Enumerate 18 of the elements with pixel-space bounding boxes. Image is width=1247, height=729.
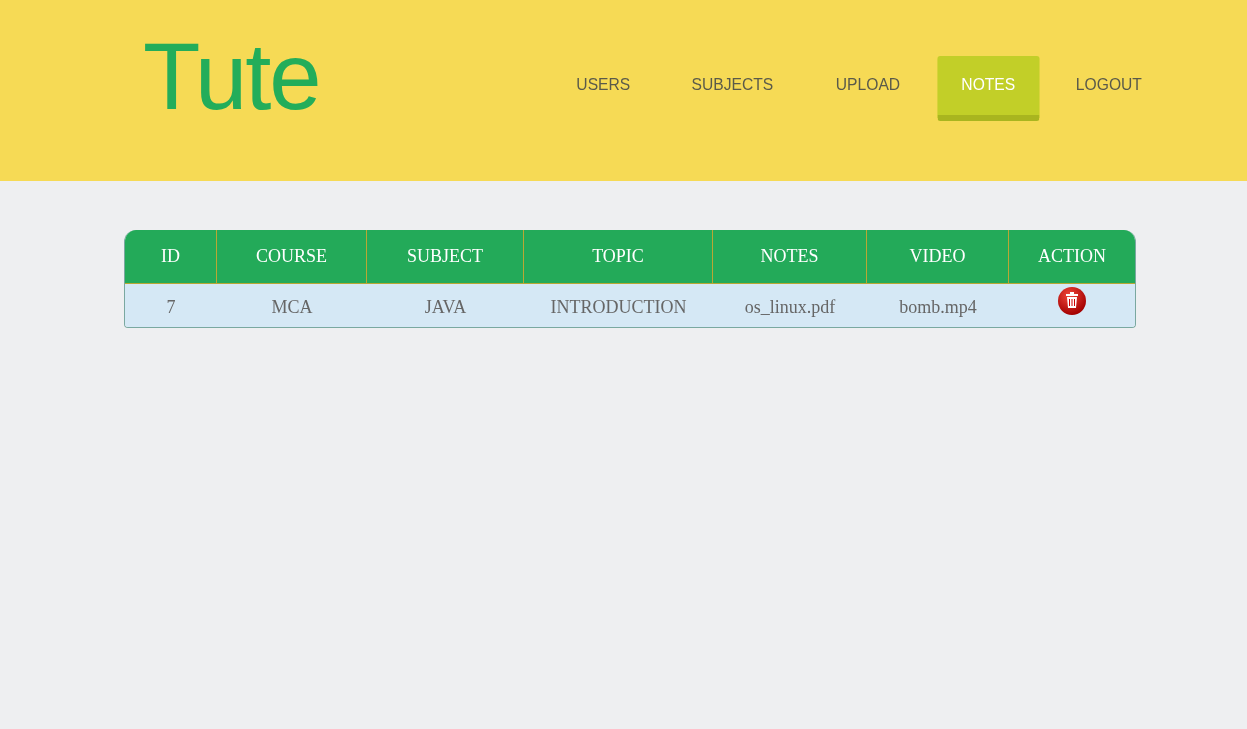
nav-link[interactable]: SUBJECTS <box>667 56 798 116</box>
nav-link[interactable]: LOGOUT <box>1052 56 1167 116</box>
column-header: VIDEO <box>867 230 1009 284</box>
table-cell: 7 <box>125 284 217 327</box>
column-header: COURSE <box>217 230 367 284</box>
table-cell: bomb.mp4 <box>867 284 1009 327</box>
column-header: NOTES <box>713 230 867 284</box>
table-cell: os_linux.pdf <box>713 284 867 327</box>
table-cell: MCA <box>217 284 367 327</box>
column-header: ACTION <box>1009 230 1135 284</box>
table-cell: INTRODUCTION <box>524 284 713 327</box>
nav-link[interactable]: USERS <box>552 56 654 116</box>
column-header: ID <box>125 230 217 284</box>
column-header: SUBJECT <box>367 230 524 284</box>
table-cell: JAVA <box>367 284 524 327</box>
delete-icon[interactable] <box>1057 286 1087 316</box>
nav-link[interactable]: UPLOAD <box>811 56 925 116</box>
column-header: TOPIC <box>524 230 713 284</box>
